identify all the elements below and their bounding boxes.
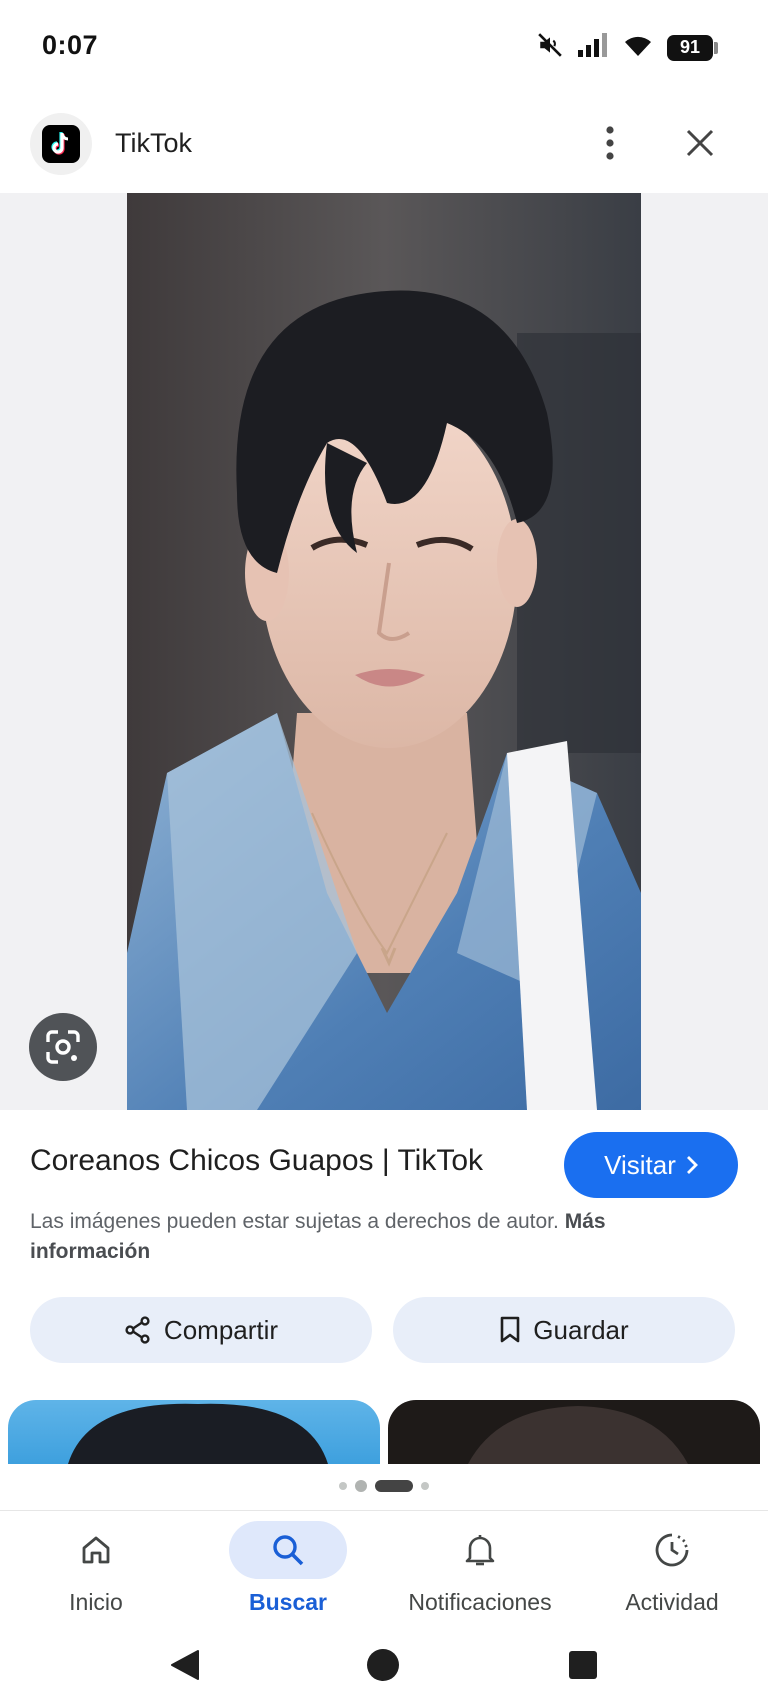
recents-square-icon: [569, 1651, 597, 1679]
nav-label-buscar: Buscar: [249, 1589, 327, 1615]
nav-item-actividad[interactable]: Actividad: [576, 1511, 768, 1631]
pager-dot: [355, 1480, 367, 1492]
google-lens-button[interactable]: [29, 1013, 97, 1081]
visit-button[interactable]: Visitar: [564, 1132, 738, 1198]
nav-item-inicio[interactable]: Inicio: [0, 1511, 192, 1631]
share-button[interactable]: Compartir: [30, 1297, 372, 1363]
system-home-button[interactable]: [358, 1640, 408, 1690]
nav-item-buscar[interactable]: Buscar: [192, 1511, 384, 1631]
more-options-button[interactable]: [590, 118, 630, 168]
chevron-right-icon: [686, 1156, 698, 1174]
nav-label-inicio: Inicio: [69, 1589, 123, 1615]
pager-dot: [421, 1482, 429, 1490]
activity-icon: [655, 1533, 689, 1567]
home-icon: [82, 1536, 110, 1564]
result-title[interactable]: Coreanos Chicos Guapos | TikTok: [30, 1144, 483, 1178]
pager-dot: [339, 1482, 347, 1490]
search-icon: [273, 1535, 304, 1566]
close-button[interactable]: [680, 118, 720, 168]
back-triangle-icon: [171, 1650, 199, 1680]
nav-item-notificaciones[interactable]: Notificaciones: [384, 1511, 576, 1631]
system-back-button[interactable]: [160, 1640, 210, 1690]
wifi-icon: [623, 32, 653, 63]
copyright-notice: Las imágenes pueden estar sujetas a dere…: [30, 1207, 670, 1267]
carousel-pager: [0, 1480, 768, 1492]
nav-label-notificaciones: Notificaciones: [408, 1589, 552, 1615]
copyright-text: Las imágenes pueden estar sujetas a dere…: [30, 1210, 559, 1233]
bottom-navigation: Inicio Buscar Notificaciones Actividad: [0, 1510, 768, 1630]
close-icon: [686, 129, 714, 157]
image-viewer-header: TikTok: [0, 110, 768, 190]
image-preview-area: [0, 193, 768, 1110]
battery-level: 91: [667, 34, 713, 61]
visit-button-label: Visitar: [604, 1149, 676, 1180]
save-label: Guardar: [533, 1314, 629, 1345]
nav-label-actividad: Actividad: [625, 1589, 719, 1615]
lens-icon: [46, 1030, 80, 1064]
more-vert-icon: [606, 126, 614, 160]
bookmark-icon: [500, 1316, 520, 1343]
related-image-2[interactable]: [388, 1400, 760, 1464]
pager-dot-active: [375, 1480, 413, 1492]
result-image[interactable]: [127, 193, 641, 1110]
system-navigation-bar: [0, 1630, 768, 1706]
source-name[interactable]: TikTok: [115, 128, 192, 159]
save-button[interactable]: Guardar: [393, 1297, 735, 1363]
battery-icon: 91: [667, 34, 718, 61]
related-image-1[interactable]: [8, 1400, 380, 1464]
system-recents-button[interactable]: [558, 1640, 608, 1690]
home-circle-icon: [367, 1649, 399, 1681]
signal-icon: [577, 32, 609, 63]
status-bar: 0:07 91: [0, 0, 768, 96]
tiktok-logo-icon[interactable]: [30, 113, 92, 175]
share-icon: [125, 1316, 150, 1344]
status-time: 0:07: [42, 30, 99, 60]
status-icons: 91: [537, 32, 718, 63]
share-label: Compartir: [163, 1314, 279, 1345]
mute-icon: [537, 32, 563, 63]
bell-icon: [465, 1535, 495, 1566]
